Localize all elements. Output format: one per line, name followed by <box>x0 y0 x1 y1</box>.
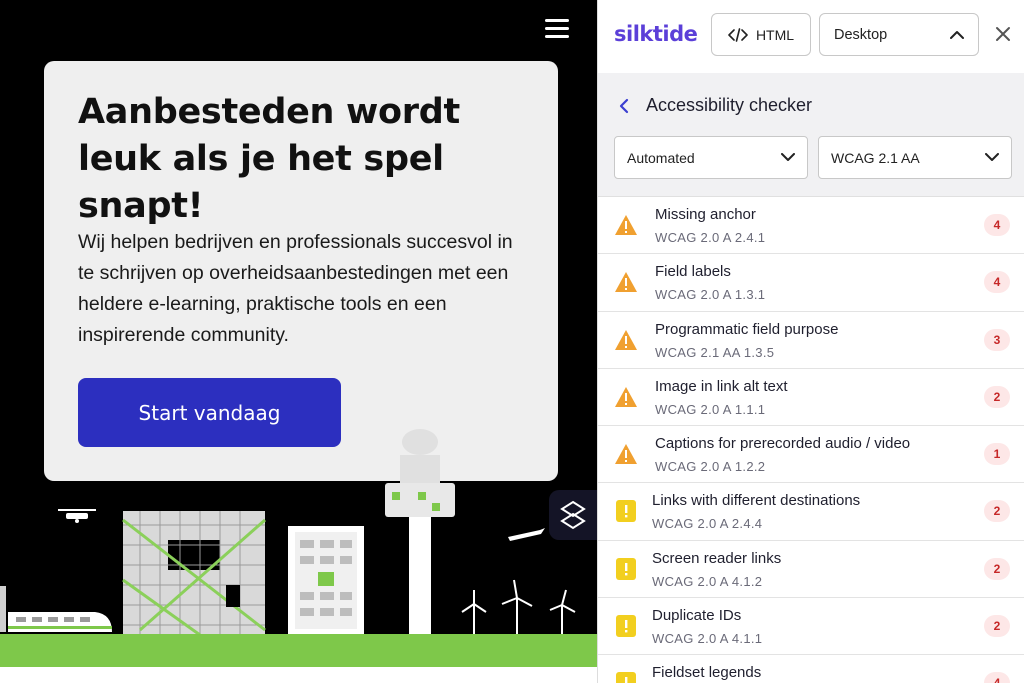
issue-reference: WCAG 2.0 A 4.1.1 <box>652 631 763 647</box>
hero-card: Aanbesteden wordt leuk als je het spel s… <box>44 61 558 481</box>
notice-exclamation-icon <box>616 672 636 683</box>
issue-row[interactable]: Links with different destinations WCAG 2… <box>598 483 1024 541</box>
notice-exclamation-icon <box>616 557 636 580</box>
control-tower-illustration <box>385 429 455 635</box>
page-bottom <box>0 667 597 683</box>
warning-triangle-icon <box>615 272 637 293</box>
checker-header: Accessibility checker Automated WCAG 2.1… <box>598 73 1024 197</box>
wind-turbines-illustration <box>461 579 576 635</box>
issue-row[interactable]: Screen reader links WCAG 2.0 A 4.1.2 2 <box>598 540 1024 599</box>
warning-triangle-icon <box>615 329 637 350</box>
issue-title: Programmatic field purpose <box>655 320 839 338</box>
device-select[interactable]: Desktop <box>819 13 979 56</box>
html-button-label: HTML <box>755 26 795 43</box>
issue-title: Links with different destinations <box>652 492 861 510</box>
issue-row[interactable]: Captions for prerecorded audio / video W… <box>598 426 1024 484</box>
mode-select[interactable]: Automated <box>614 136 808 179</box>
close-icon[interactable] <box>991 22 1015 46</box>
train-illustration <box>0 586 112 632</box>
issue-count-badge: 3 <box>984 328 1010 351</box>
issue-count-badge: 4 <box>984 672 1010 683</box>
issue-count-badge: 1 <box>984 443 1010 466</box>
hero-text: Wij helpen bedrijven en professionals su… <box>78 231 513 346</box>
issue-title: Captions for prerecorded audio / video <box>655 435 911 453</box>
standard-select[interactable]: WCAG 2.1 AA <box>818 136 1012 179</box>
mode-select-value: Automated <box>627 149 695 166</box>
issue-row[interactable]: Field labels WCAG 2.0 A 1.3.1 4 <box>598 254 1024 312</box>
issue-reference: WCAG 2.0 A 1.3.1 <box>655 287 766 303</box>
issue-count-badge: 2 <box>984 557 1010 580</box>
code-icon <box>728 27 748 42</box>
issue-row[interactable]: Programmatic field purpose WCAG 2.1 AA 1… <box>598 311 1024 369</box>
issue-title: Missing anchor <box>655 206 756 223</box>
issue-reference: WCAG 2.0 A 1.2.2 <box>655 459 766 475</box>
issue-reference: WCAG 2.0 A 2.4.4 <box>652 516 763 532</box>
issue-reference: WCAG 2.0 A 1.1.1 <box>655 401 766 417</box>
device-select-value: Desktop <box>834 26 888 43</box>
issue-title: Duplicate IDs <box>652 607 742 625</box>
issue-title: Image in link alt text <box>655 377 788 395</box>
grid-building-illustration <box>122 511 266 637</box>
issue-row[interactable]: Image in link alt text WCAG 2.0 A 1.1.1 … <box>598 368 1024 427</box>
issue-title: Screen reader links <box>652 549 782 567</box>
silktide-brand-logo: silktide <box>614 22 698 46</box>
page-title: Accessibility checker <box>646 95 813 115</box>
issue-reference: WCAG 2.1 AA 1.3.5 <box>655 344 775 360</box>
issue-reference: WCAG 2.0 A 4.1.2 <box>652 573 763 589</box>
warning-triangle-icon <box>615 386 637 407</box>
panel-topbar: silktide HTML Desktop <box>598 0 1024 73</box>
warning-triangle-icon <box>615 215 637 235</box>
issue-count-badge: 4 <box>984 271 1010 294</box>
issue-title: Field labels <box>655 263 731 281</box>
hero-title: Aanbesteden wordt leuk als je het spel s… <box>78 92 460 226</box>
notice-exclamation-icon <box>616 500 636 523</box>
issue-title: Fieldset legends <box>652 664 762 682</box>
drone-illustration <box>58 509 96 523</box>
chevron-up-icon <box>950 31 964 39</box>
issue-count-badge: 4 <box>984 214 1010 236</box>
accessibility-panel: silktide HTML Desktop Accessibility chec… <box>597 0 1024 683</box>
issue-reference: WCAG 2.0 A 2.4.1 <box>655 230 766 245</box>
silktide-logo-icon[interactable] <box>549 490 597 540</box>
issue-count-badge: 2 <box>984 500 1010 523</box>
issue-count-badge: 2 <box>984 385 1010 408</box>
issue-row[interactable]: Missing anchor WCAG 2.0 A 2.4.1 4 <box>598 197 1024 255</box>
issue-row[interactable]: Fieldset legends 4 <box>598 655 1024 683</box>
issue-count-badge: 2 <box>984 615 1010 638</box>
notice-exclamation-icon <box>616 615 636 638</box>
website-preview: Aanbesteden wordt leuk als je het spel s… <box>0 0 597 683</box>
ground-strip <box>0 634 597 667</box>
html-view-button[interactable]: HTML <box>711 13 811 56</box>
issue-list: Missing anchor WCAG 2.0 A 2.4.1 4 Field … <box>598 197 1024 683</box>
chevron-down-icon <box>781 153 795 161</box>
plane-illustration <box>508 528 545 541</box>
chevron-down-icon <box>985 153 999 161</box>
back-chevron-icon[interactable] <box>614 95 634 117</box>
issue-row[interactable]: Duplicate IDs WCAG 2.0 A 4.1.1 2 <box>598 598 1024 656</box>
standard-select-value: WCAG 2.1 AA <box>831 149 920 166</box>
warning-triangle-icon <box>615 444 637 465</box>
office-building-illustration <box>288 526 364 635</box>
hamburger-menu-icon[interactable] <box>545 19 569 39</box>
